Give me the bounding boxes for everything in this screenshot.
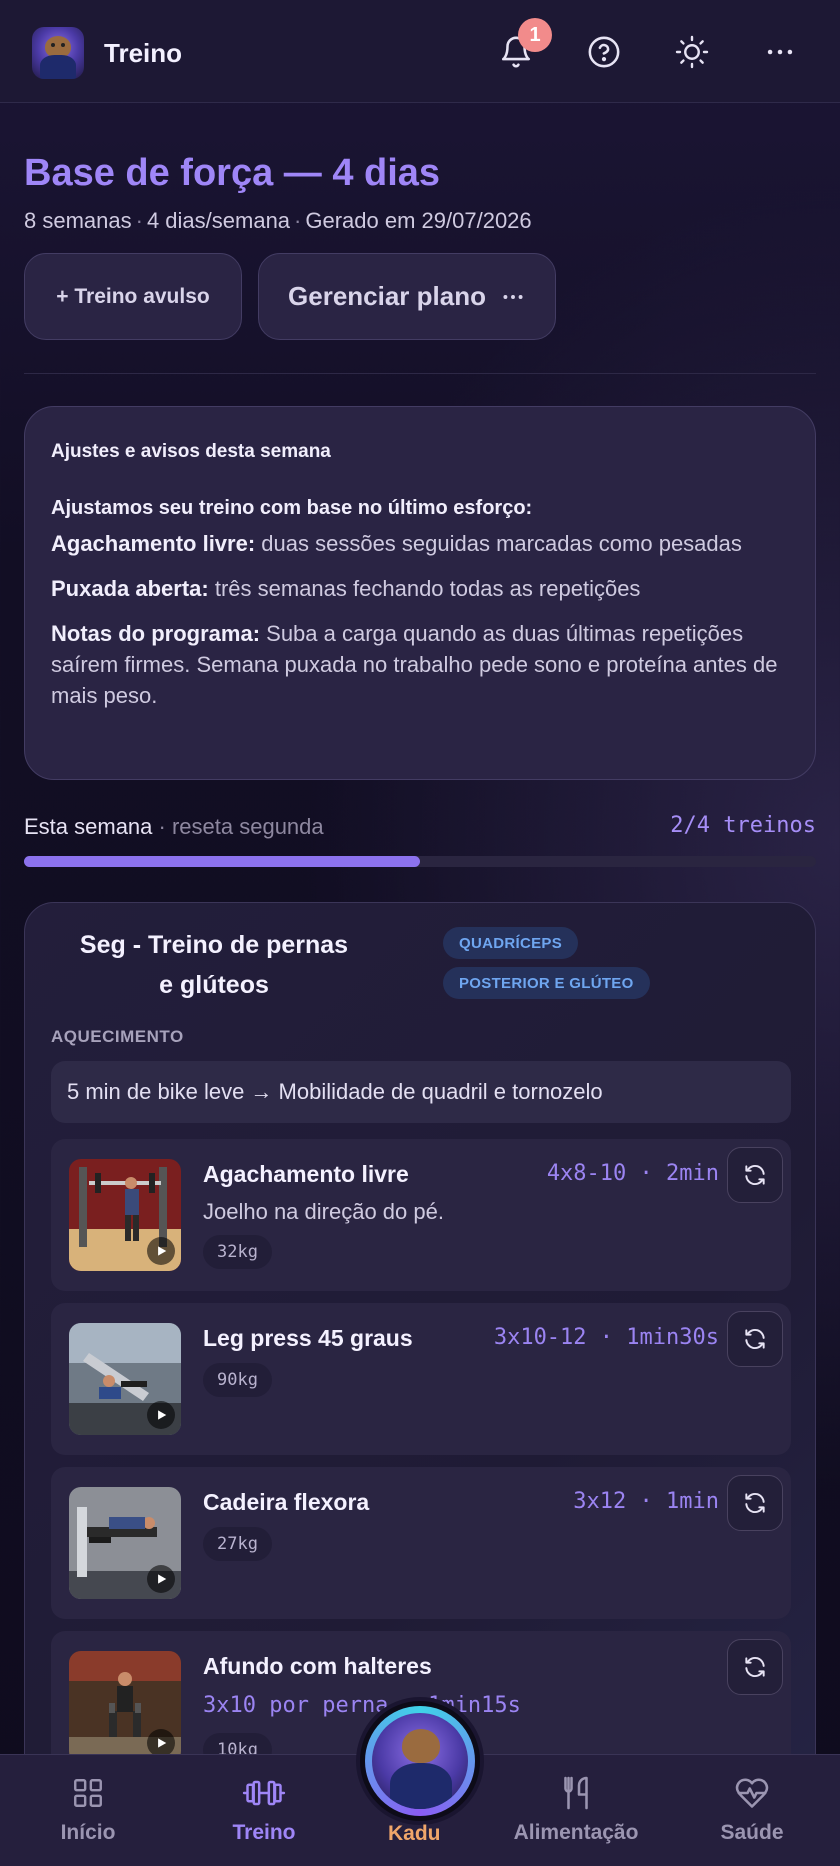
help-circle-icon — [588, 36, 620, 68]
app-title: Treino — [104, 38, 183, 68]
swap-exercise-button[interactable] — [727, 1639, 783, 1695]
kadu-assistant-button[interactable] — [356, 1697, 484, 1825]
plan-generated-date: Gerado em 29/07/2026 — [305, 208, 532, 233]
exercise-video-thumbnail[interactable] — [69, 1323, 181, 1435]
swap-exercise-button[interactable] — [727, 1475, 783, 1531]
kadu-label: Kadu — [388, 1822, 441, 1845]
add-single-workout-label: + Treino avulso — [56, 284, 210, 308]
utensils-icon — [564, 1776, 588, 1810]
nav-label: Alimentação — [513, 1821, 639, 1844]
nav-item-treino[interactable]: Treino — [180, 1755, 348, 1866]
exercise-name: Agachamento livre — [203, 1161, 409, 1187]
plan-frequency: 4 dias/semana — [146, 208, 291, 233]
adjustment-item: Agachamento livre: duas sessões seguidas… — [51, 531, 742, 556]
week-progress-bar — [24, 856, 816, 867]
swap-exercise-button[interactable] — [727, 1147, 783, 1203]
dumbbell-icon — [242, 1780, 286, 1806]
exercise-weight: 27kg — [203, 1527, 272, 1561]
exercise-item[interactable]: Leg press 45 graus 3x10-12 · 1min30s 90k… — [51, 1303, 791, 1455]
manage-plan-label: Gerenciar plano — [288, 281, 486, 311]
swap-icon — [745, 1657, 765, 1677]
kadu-avatar — [372, 1713, 468, 1809]
weekly-adjustments-card: Ajustes e avisos desta semana Ajustamos … — [24, 406, 816, 780]
nav-item-inicio[interactable]: Início — [4, 1755, 172, 1866]
more-horizontal-icon — [503, 294, 523, 299]
exercise-tip: Joelho na direção do pé. — [203, 1199, 444, 1224]
swap-icon — [745, 1165, 765, 1185]
plan-meta: 8 semanas · 4 dias/semana · Gerado em 29/07/… — [24, 208, 532, 233]
nav-label: Início — [60, 1821, 116, 1844]
swap-exercise-button[interactable] — [727, 1311, 783, 1367]
grid-icon — [74, 1779, 102, 1807]
help-button[interactable] — [582, 30, 626, 74]
play-icon — [147, 1565, 175, 1593]
exercise-video-thumbnail[interactable] — [69, 1159, 181, 1271]
plan-duration: 8 semanas — [24, 208, 132, 233]
exercise-weight: 32kg — [203, 1235, 272, 1269]
exercise-name: Cadeira flexora — [203, 1489, 370, 1515]
nav-item-saude[interactable]: Saúde — [668, 1755, 836, 1866]
add-single-workout-button[interactable]: + Treino avulso — [24, 253, 242, 340]
exercise-video-thumbnail[interactable] — [69, 1487, 181, 1599]
exercise-name: Leg press 45 graus — [203, 1325, 413, 1351]
nav-label: Saúde — [720, 1821, 784, 1844]
top-app-bar: Treino 1 — [0, 0, 840, 103]
exercise-item[interactable]: Agachamento livre 4x8-10 · 2min Joelho n… — [51, 1139, 791, 1291]
week-progress-label: Esta semana · reseta segunda — [24, 814, 324, 839]
play-icon — [147, 1237, 175, 1265]
exercise-sets-rest: 3x10-12 · 1min30s — [493, 1325, 719, 1350]
app-logo — [32, 27, 84, 79]
swap-icon — [745, 1493, 765, 1513]
week-progress-fill — [24, 856, 420, 867]
manage-plan-button[interactable]: Gerenciar plano — [258, 253, 556, 340]
exercise-weight: 90kg — [203, 1363, 272, 1397]
theme-toggle-button[interactable] — [670, 30, 714, 74]
warmup-description: 5 min de bike leve → Mobilidade de quadr… — [51, 1061, 791, 1123]
sun-icon — [675, 35, 709, 69]
section-divider — [24, 373, 816, 374]
play-icon — [147, 1729, 175, 1757]
week-progress-count: 2/4 treinos — [670, 813, 816, 838]
play-icon — [147, 1401, 175, 1429]
adjustment-item: Puxada aberta: três semanas fechando tod… — [51, 576, 641, 601]
exercise-name: Afundo com halteres — [203, 1653, 432, 1679]
plan-title: Base de força — 4 dias — [24, 152, 441, 194]
muscle-tag: QUADRÍCEPS — [443, 927, 579, 959]
adjustments-title: Ajustes e avisos desta semana — [51, 441, 331, 462]
exercise-sets-rest: 3x10 por perna · 1min15s — [203, 1693, 521, 1718]
exercise-video-thumbnail[interactable] — [69, 1651, 181, 1763]
more-menu-button[interactable] — [758, 30, 802, 74]
nav-item-alimentacao[interactable]: Alimentação — [492, 1755, 660, 1866]
adjustments-lead: Ajustamos seu treino com base no último … — [51, 497, 533, 519]
notification-badge: 1 — [518, 18, 552, 52]
program-notes: Notas do programa: Suba a carga quando a… — [51, 621, 778, 708]
nav-label: Treino — [232, 1821, 296, 1844]
muscle-tag: POSTERIOR E GLÚTEO — [443, 967, 650, 999]
exercise-sets-rest: 3x12 · 1min — [573, 1489, 719, 1514]
heart-pulse-icon — [735, 1778, 769, 1808]
exercise-item[interactable]: Cadeira flexora 3x12 · 1min 27kg — [51, 1467, 791, 1619]
workout-day-title: Seg - Treino de pernas e glúteos — [79, 931, 349, 999]
exercise-sets-rest: 4x8-10 · 2min — [546, 1161, 719, 1186]
warmup-label: AQUECIMENTO — [51, 1027, 184, 1046]
reset-note: reseta segunda — [171, 814, 324, 839]
swap-icon — [745, 1329, 765, 1349]
more-horizontal-icon — [767, 49, 793, 55]
